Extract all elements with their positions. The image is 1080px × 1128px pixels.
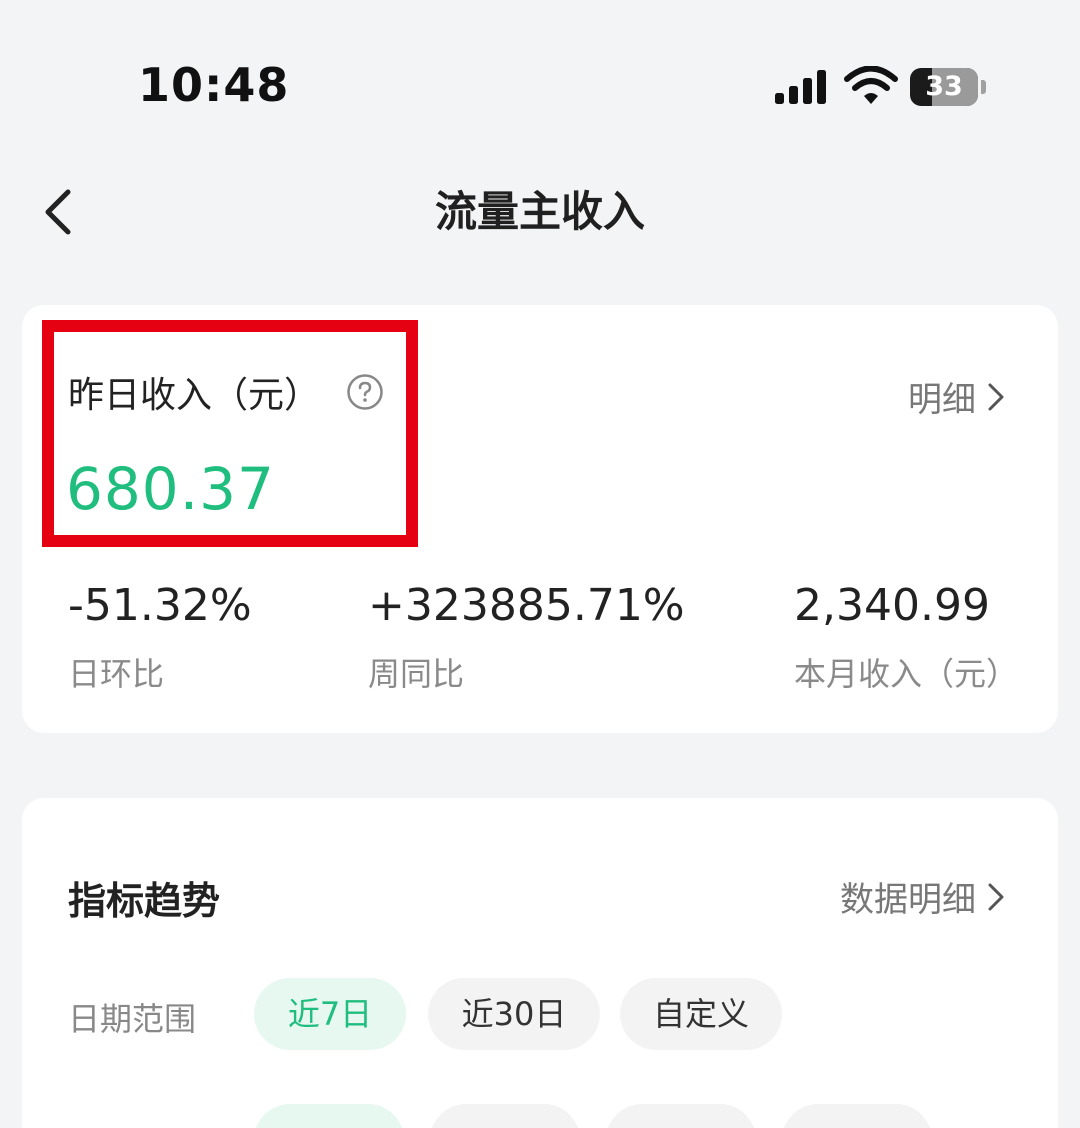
detail-link[interactable]: 明细: [908, 372, 1006, 421]
status-time: 10:48: [138, 58, 290, 112]
battery-level: 33: [925, 71, 963, 102]
battery-cap: [981, 80, 986, 94]
battery-body: 33: [910, 68, 978, 106]
stat-label: 本月收入（元）: [794, 655, 1019, 693]
stat-label: 日环比: [68, 655, 165, 693]
detail-link-label: 明细: [908, 380, 976, 420]
trend-title: 指标趋势: [68, 879, 221, 923]
stat-month-income: 2,340.99 本月收入（元）: [794, 580, 1018, 695]
trend-card: [22, 798, 1058, 1128]
filter-chip-1[interactable]: [254, 1104, 404, 1128]
filter-chip-4[interactable]: [782, 1104, 932, 1128]
app-screen: 10:48 33 流量主收入 昨日收入（元） 680.37 明细 -51.32%…: [0, 0, 1080, 1128]
stat-value: 2,340.99: [794, 580, 990, 631]
chevron-right-icon: [988, 883, 1004, 910]
filter-chip-3[interactable]: [606, 1104, 756, 1128]
highlight-annotation-box: [42, 320, 418, 547]
filter-chip-2[interactable]: [430, 1104, 580, 1128]
date-option-7-days[interactable]: 近7日: [254, 978, 406, 1050]
data-detail-link-label: 数据明细: [840, 880, 976, 920]
status-bar: 10:48 33: [0, 0, 1080, 150]
page-title: 流量主收入: [434, 187, 645, 236]
date-range-label: 日期范围: [68, 1000, 197, 1038]
stat-value: -51.32%: [68, 580, 252, 631]
stat-value: +323885.71%: [368, 580, 685, 631]
date-option-custom[interactable]: 自定义: [620, 978, 782, 1050]
battery-icon: 33: [910, 68, 986, 106]
chevron-right-icon: [988, 383, 1004, 410]
cellular-signal-icon: [775, 70, 826, 104]
stat-day-over-day: -51.32% 日环比: [68, 580, 252, 695]
wifi-icon: [844, 66, 898, 104]
date-option-30-days[interactable]: 近30日: [428, 978, 600, 1050]
stat-label: 周同比: [368, 655, 465, 693]
data-detail-link[interactable]: 数据明细: [840, 872, 1006, 921]
stat-week-over-week: +323885.71% 周同比: [368, 580, 685, 695]
